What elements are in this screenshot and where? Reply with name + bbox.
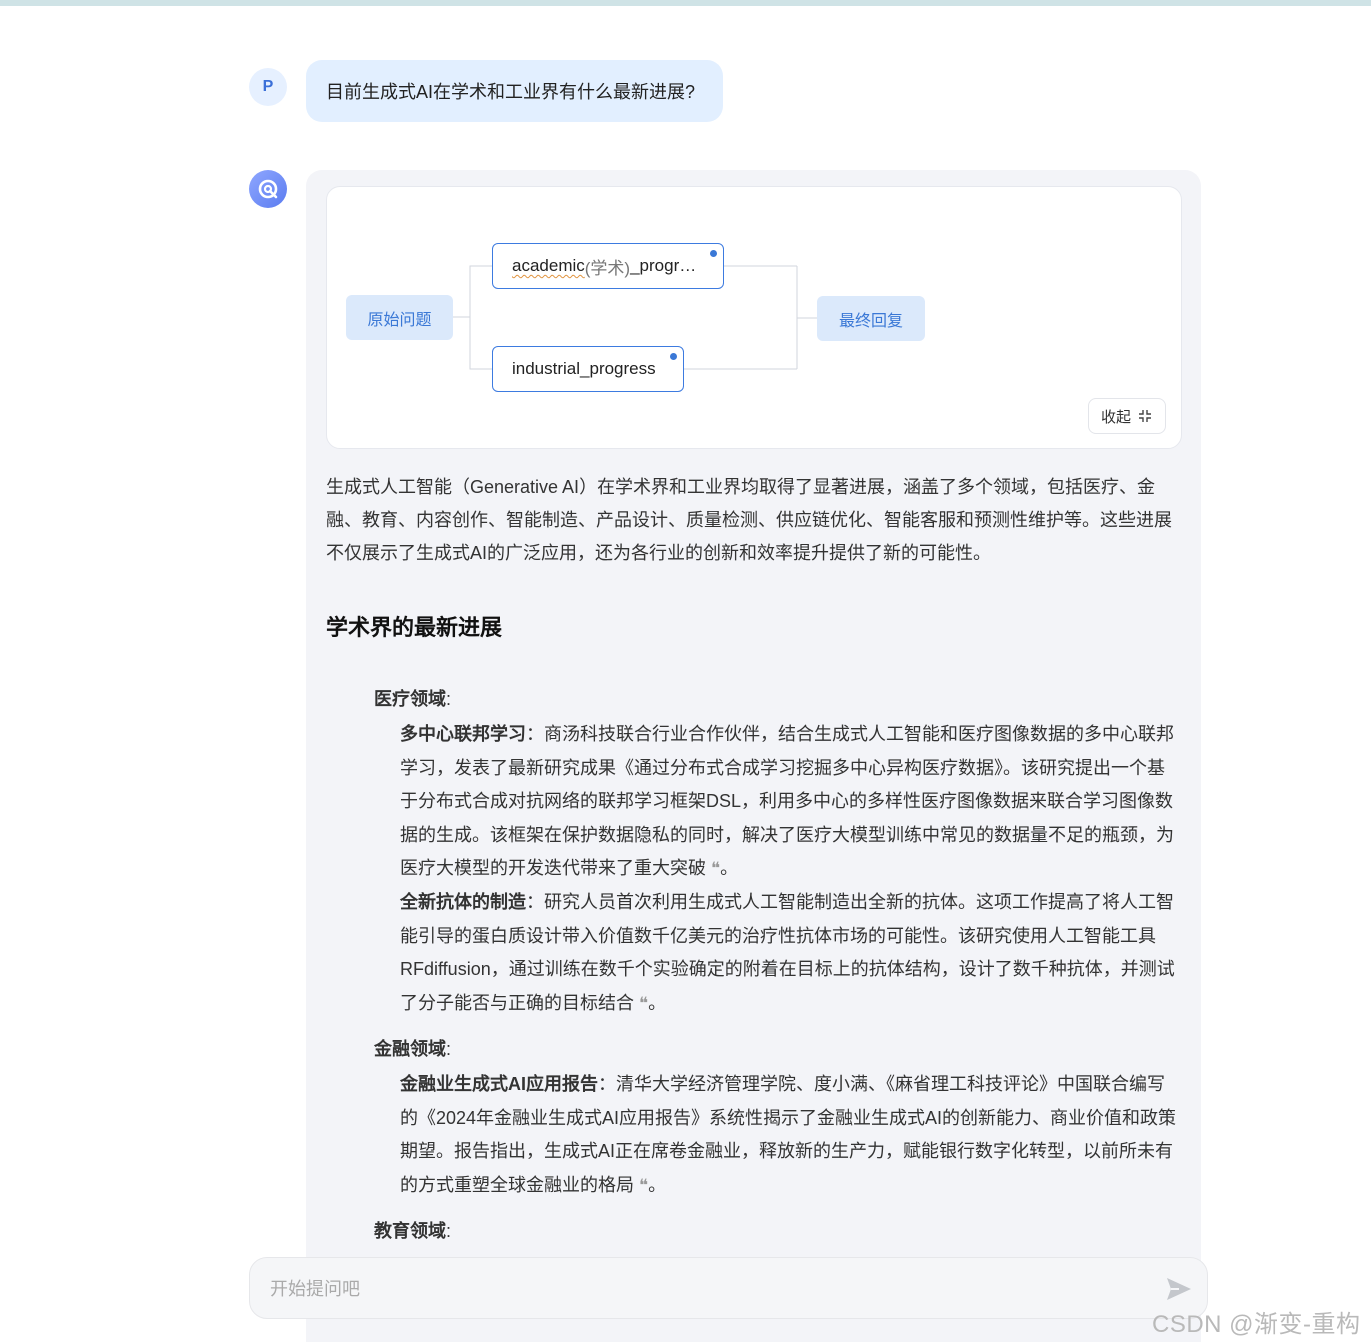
- list-item: 全新抗体的制造：研究人员首次利用生成式人工智能制造出全新的抗体。这项工作提高了将…: [400, 886, 1182, 1021]
- watermark: CSDN @渐变-重构: [1152, 1311, 1361, 1338]
- node-status-dot: [670, 353, 677, 360]
- collapse-button[interactable]: 收起: [1088, 398, 1166, 434]
- chat-input-box: [249, 1257, 1208, 1319]
- node-final-reply-label: 最终回复: [838, 312, 903, 330]
- node-original-question[interactable]: 原始问题: [346, 295, 453, 340]
- item-text: 商汤科技联合行业合作伙伴，结合生成式人工智能和医疗图像数据的多中心联邦学习，发表…: [400, 724, 1174, 878]
- section-colon: :: [446, 1221, 452, 1241]
- node-status-dot: [710, 250, 717, 257]
- section-colon: :: [446, 1039, 452, 1059]
- node-industrial-label: industrial_progress: [512, 359, 656, 378]
- node-academic-progress[interactable]: academic (学术) _progr…: [492, 243, 724, 289]
- item-title: 金融业生成式AI应用报告: [400, 1074, 598, 1094]
- item-sep: ：: [598, 1074, 616, 1094]
- section-medical-title: 医疗领域: [374, 689, 446, 709]
- node-academic-rest: _progr…: [630, 256, 697, 275]
- section-finance-title: 金融领域: [374, 1039, 446, 1059]
- send-icon[interactable]: [1165, 1276, 1193, 1302]
- node-original-question-label: 原始问题: [367, 311, 432, 329]
- section-medical: 医疗领域:: [374, 685, 451, 711]
- section-colon: :: [446, 689, 452, 709]
- chat-input[interactable]: [268, 1273, 1132, 1305]
- collapse-label: 收起: [1100, 408, 1131, 426]
- section-heading: 学术界的最新进展: [326, 615, 503, 640]
- citation-icon[interactable]: ❝: [639, 1176, 648, 1196]
- item-period: 。: [720, 858, 739, 878]
- citation-icon[interactable]: ❝: [711, 859, 720, 879]
- node-academic-cn: (学术): [584, 258, 631, 278]
- item-period: 。: [648, 1174, 667, 1195]
- item-sep: ：: [526, 892, 544, 912]
- collapse-icon: [1139, 410, 1151, 422]
- citation-icon[interactable]: ❝: [639, 994, 648, 1014]
- list-item: 多中心联邦学习：商汤科技联合行业合作伙伴，结合生成式人工智能和医疗图像数据的多中…: [400, 718, 1182, 887]
- item-period: 。: [648, 992, 667, 1013]
- item-sep: ：: [526, 724, 544, 744]
- section-finance: 金融领域:: [374, 1035, 451, 1061]
- node-industrial-progress[interactable]: industrial_progress: [492, 346, 684, 392]
- section-education: 教育领域:: [374, 1217, 451, 1243]
- list-item: 金融业生成式AI应用报告：清华大学经济管理学院、度小满、《麻省理工科技评论》中国…: [400, 1068, 1182, 1203]
- workflow-connectors: [453, 265, 817, 370]
- answer-intro: 生成式人工智能（Generative AI）在学术界和工业界均取得了显著进展，涵…: [326, 477, 1172, 563]
- node-academic-word: academic: [512, 256, 585, 275]
- item-title: 多中心联邦学习: [400, 724, 526, 744]
- section-education-title: 教育领域: [374, 1221, 446, 1241]
- node-final-reply[interactable]: 最终回复: [817, 296, 925, 341]
- item-title: 全新抗体的制造: [400, 892, 526, 912]
